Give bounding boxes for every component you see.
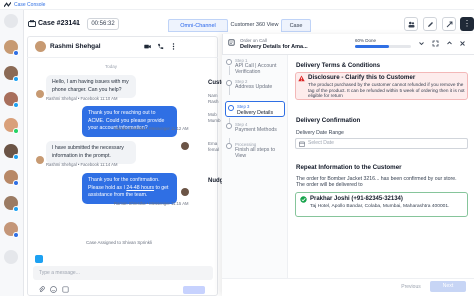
- rail-add-icon[interactable]: [4, 250, 18, 264]
- message-bubble: I have submitted the necessary informati…: [46, 141, 136, 165]
- chevron-down-icon[interactable]: ▾: [76, 21, 79, 27]
- address-name: Prakhar Joshi (+91-82345-32134): [310, 196, 403, 202]
- step-3[interactable]: Step 3 Delivery Details: [225, 101, 285, 117]
- case-timer: 00:56:32: [87, 18, 119, 30]
- step-4[interactable]: Step 4 Payment Methods: [226, 122, 286, 142]
- emoji-icon[interactable]: [50, 286, 57, 293]
- contact-avatar-small: [36, 90, 44, 98]
- rail-channel-badge: [13, 206, 19, 212]
- calendar-icon: [299, 141, 305, 147]
- message-bubble: Thank you for reaching out to ACME. Coul…: [82, 106, 177, 137]
- step-status-icon: [226, 123, 232, 129]
- date-divider: Today: [105, 64, 118, 69]
- tab-omni-channel[interactable]: Omni-Channel Interaction: [168, 19, 228, 42]
- customer-field-label: Ema: [208, 141, 218, 146]
- rail-channel-badge: [13, 128, 19, 134]
- address-text: Taj Hotel, Apollo Bandar, Colaba, Mumbai…: [310, 204, 450, 209]
- check-circle-icon: [300, 196, 307, 203]
- close-icon[interactable]: [459, 40, 466, 47]
- rail-channel-badge: [13, 154, 19, 160]
- progress-label: 60% Done: [355, 38, 377, 43]
- date-range-label: Delivery Date Range: [296, 130, 344, 136]
- step-label: Address Update: [235, 84, 273, 90]
- rail-channel-badge: [13, 76, 19, 82]
- more-icon[interactable]: [170, 43, 177, 50]
- repeat-heading: Repeat Information to the Customer: [296, 164, 402, 171]
- expand-icon[interactable]: [432, 40, 439, 47]
- repeat-body: The order for Bomber Jacket 3216... has …: [296, 176, 457, 189]
- form-title: Delivery Details for Ama...: [240, 44, 308, 50]
- message-meta: Raman Shrestha • Messenger 11:15 AM: [114, 201, 189, 206]
- disclosure-title: Disclosure - Clarify this to Customer: [308, 74, 416, 81]
- rail-channel-badge: [13, 180, 19, 186]
- contact-name: Rashmi Shehgal: [50, 43, 101, 50]
- case-id: Case #23141: [38, 20, 81, 27]
- case-icon: [28, 20, 36, 27]
- rail-channel-badge: [13, 50, 19, 56]
- agent-rail: [0, 10, 24, 296]
- case-console-logo: [4, 2, 11, 8]
- message-link[interactable]: 24-48 hours: [126, 185, 154, 191]
- warning-icon: [298, 75, 305, 82]
- minimize-icon[interactable]: [446, 40, 453, 47]
- tab-case-details[interactable]: Case Details: [281, 19, 311, 42]
- confirmation-heading: Delivery Confirmation: [296, 117, 361, 124]
- agent-avatar-small: [181, 142, 189, 150]
- customer-field-label: Nam: [208, 93, 218, 98]
- rail-home-icon[interactable]: [4, 14, 18, 28]
- team-icon[interactable]: [404, 17, 418, 31]
- message-meta: Raman Shrestha • Messenger 11:12 AM: [114, 126, 189, 131]
- link-icon[interactable]: [442, 17, 456, 31]
- tab-customer-360[interactable]: Customer 360 View: [230, 19, 279, 32]
- step-status-icon: [226, 59, 232, 65]
- edit-icon[interactable]: [423, 17, 437, 31]
- form-icon: [228, 39, 235, 46]
- rail-channel-badge: [13, 232, 19, 238]
- step-number: Step 3: [237, 104, 250, 109]
- disclosure-body: The product purchased by the customer ca…: [308, 82, 465, 99]
- customer-field-label: Mob: [208, 112, 217, 117]
- video-icon[interactable]: [144, 43, 151, 50]
- step-status-icon: [226, 143, 232, 149]
- twitter-icon[interactable]: [35, 255, 43, 263]
- app-title: Case Console: [14, 2, 46, 8]
- progress-fill: [355, 45, 389, 48]
- terms-heading: Delivery Terms & Conditions: [296, 62, 381, 69]
- contact-avatar: [35, 41, 46, 52]
- rail-channel-badge: [13, 102, 19, 108]
- phone-icon[interactable]: [157, 43, 164, 50]
- step-status-icon: [226, 80, 232, 86]
- form-subtitle: Order on Call: [240, 38, 267, 43]
- customer-field-value: Mumb: [208, 118, 221, 123]
- next-button[interactable]: Next: [430, 281, 466, 292]
- more-menu-icon[interactable]: ⋮: [460, 17, 474, 31]
- step-label: Payment Methods: [235, 127, 277, 133]
- reply-input[interactable]: Type a message...: [33, 266, 213, 280]
- message-meta: Rashmi Shehgal • Facebook 11:10 AM: [46, 96, 118, 101]
- agent-avatar-small: [181, 188, 189, 196]
- step-processing: Processing Finish all steps to View: [226, 142, 286, 162]
- step-1[interactable]: Step 1 API Call | Account Verification: [226, 58, 286, 78]
- customer-field-value: Rash: [208, 99, 219, 104]
- step-label: Finish all steps to View: [235, 147, 276, 159]
- chevron-down-icon[interactable]: [418, 40, 425, 47]
- assignment-note: Case Assigned to Shivan Sprinkli: [86, 240, 153, 245]
- step-status-icon: [228, 105, 234, 111]
- previous-button[interactable]: Previous: [397, 282, 425, 292]
- message-bubble: Thank you for the confirmation. Please h…: [82, 173, 177, 204]
- message-meta: Rashmi Shehgal • Facebook 11:14 AM: [46, 162, 118, 167]
- message-bubble: Hello, I am having issues with my phone …: [46, 75, 136, 99]
- top-bar: [0, 0, 474, 10]
- attach-icon[interactable]: [38, 286, 45, 293]
- step-label: Delivery Details: [237, 110, 274, 116]
- customer-field-value: femal: [208, 147, 220, 152]
- template-icon[interactable]: [62, 286, 69, 293]
- step-label: API Call | Account Verification: [235, 63, 277, 75]
- step-2[interactable]: Step 2 Address Update: [226, 79, 286, 99]
- contact-avatar-small: [36, 156, 44, 164]
- date-placeholder: Select Date: [308, 140, 334, 146]
